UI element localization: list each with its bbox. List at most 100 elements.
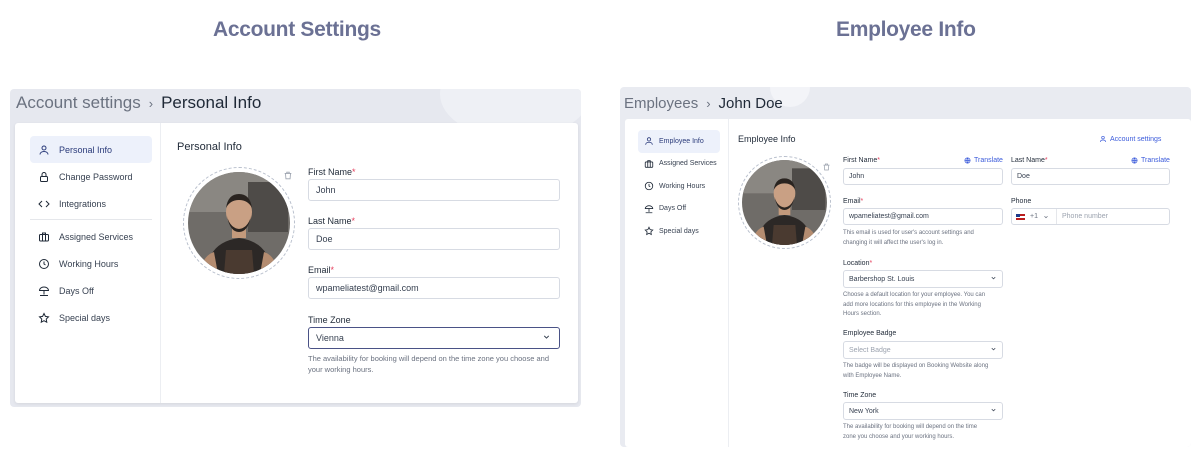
time-zone-value: Vienna [316, 333, 344, 343]
lock-icon [37, 170, 51, 184]
star-icon [643, 226, 654, 237]
nav-item-integrations[interactable]: Integrations [30, 190, 152, 217]
code-icon [37, 197, 51, 211]
first-name-label: First Name* [843, 157, 880, 164]
chevron-down-icon [990, 346, 997, 355]
email-hint: This email is used for user's account se… [843, 230, 974, 246]
globe-icon [1131, 157, 1138, 164]
chevron-down-icon [990, 275, 997, 284]
phone-label: Phone [1011, 198, 1032, 205]
time-zone-hint: The availability for booking will depend… [843, 424, 978, 440]
nav-item-working-hours[interactable]: Working Hours [30, 250, 152, 277]
account-settings-title: Account Settings [213, 18, 381, 41]
time-zone-value: New York [849, 407, 879, 415]
beach-umbrella-icon [643, 203, 654, 214]
account-settings-panel: Account settings › Personal Info Persona… [10, 89, 581, 407]
clock-icon [37, 257, 51, 271]
last-name-field[interactable]: Doe [1011, 168, 1170, 185]
breadcrumb-current: John Doe [718, 94, 783, 112]
nav-label: Employee Info [659, 137, 704, 145]
time-zone-select[interactable]: New York [843, 402, 1003, 420]
avatar-photo [742, 160, 827, 245]
nav-item-assigned-services[interactable]: Assigned Services [30, 223, 152, 250]
avatar[interactable] [738, 156, 831, 249]
nav-label: Integrations [59, 198, 107, 209]
chevron-down-icon [1043, 214, 1049, 220]
account-side-nav: Personal Info Change Password Integratio… [30, 136, 152, 331]
account-settings-link[interactable]: Account settings [1099, 135, 1161, 143]
nav-label: Assigned Services [59, 231, 134, 242]
email-field[interactable]: wpameliatest@gmail.com [843, 208, 1003, 225]
nav-item-change-password[interactable]: Change Password [30, 163, 152, 190]
card-heading: Employee Info [738, 134, 796, 144]
nav-item-assigned-services[interactable]: Assigned Services [638, 153, 720, 176]
briefcase-icon [37, 230, 51, 244]
nav-label: Working Hours [659, 182, 706, 190]
breadcrumb-separator: › [148, 95, 154, 111]
phone-field[interactable]: +1 Phone number [1011, 208, 1170, 225]
first-name-field[interactable]: John [843, 168, 1003, 185]
location-select[interactable]: Barbershop St. Louis [843, 270, 1003, 288]
country-code-select[interactable]: +1 [1012, 209, 1057, 224]
employee-info-title: Employee Info [836, 18, 976, 41]
nav-divider-vertical [160, 123, 161, 403]
first-name-label: First Name* [308, 167, 356, 177]
chevron-down-icon [542, 333, 551, 344]
nav-label: Working Hours [59, 258, 119, 269]
badge-placeholder: Select Badge [849, 346, 891, 354]
nav-item-employee-info[interactable]: Employee Info [638, 130, 720, 153]
breadcrumb-parent[interactable]: Employees [624, 95, 698, 112]
chevron-down-icon [990, 407, 997, 416]
time-zone-select[interactable]: Vienna [308, 327, 560, 349]
nav-label: Days Off [59, 285, 94, 296]
time-zone-label: Time Zone [843, 392, 877, 399]
email-field[interactable]: wpameliatest@gmail.com [308, 277, 560, 299]
breadcrumb-parent[interactable]: Account settings [16, 93, 141, 113]
location-value: Barbershop St. Louis [849, 275, 915, 283]
employee-badge-label: Employee Badge [843, 330, 897, 337]
beach-umbrella-icon [37, 284, 51, 298]
employee-info-card: Employee Info Assigned Services Working … [625, 119, 1191, 447]
nav-divider [30, 219, 152, 220]
nav-item-special-days[interactable]: Special days [30, 304, 152, 331]
translate-last-name-link[interactable]: Translate [1131, 157, 1170, 164]
nav-item-days-off[interactable]: Days Off [30, 277, 152, 304]
trash-icon[interactable] [822, 159, 831, 177]
nav-label: Personal Info [59, 144, 113, 155]
phone-number-input[interactable]: Phone number [1057, 213, 1108, 220]
avatar[interactable] [183, 167, 295, 279]
nav-label: Special days [59, 312, 111, 323]
last-name-field[interactable]: Doe [308, 228, 560, 250]
nav-item-working-hours[interactable]: Working Hours [638, 175, 720, 198]
time-zone-hint: The availability for booking will depend… [308, 354, 549, 374]
country-code: +1 [1030, 213, 1038, 220]
user-icon [37, 143, 51, 157]
employee-badge-select[interactable]: Select Badge [843, 341, 1003, 359]
breadcrumb: Account settings › Personal Info [16, 92, 261, 114]
last-name-label: Last Name* [308, 216, 356, 226]
trash-icon[interactable] [283, 168, 293, 186]
location-label: Location* [843, 260, 873, 267]
location-hint: Choose a default location for your emplo… [843, 292, 986, 317]
avatar-photo [188, 172, 290, 274]
nav-divider-vertical [728, 119, 729, 447]
nav-item-special-days[interactable]: Special days [638, 220, 720, 243]
nav-label: Days Off [659, 205, 687, 213]
nav-label: Assigned Services [659, 160, 717, 168]
last-name-label: Last Name* [1011, 157, 1048, 164]
us-flag-icon [1016, 213, 1025, 220]
employee-info-panel: Employees › John Doe Employee Info Assig… [620, 87, 1191, 447]
breadcrumb-separator: › [706, 95, 711, 111]
translate-first-name-link[interactable]: Translate [964, 157, 1003, 164]
time-zone-label: Time Zone [308, 315, 351, 325]
personal-info-card: Personal Info Change Password Integratio… [15, 123, 578, 403]
employee-badge-hint: The badge will be displayed on Booking W… [843, 363, 989, 379]
briefcase-icon [643, 158, 654, 169]
first-name-field[interactable]: John [308, 179, 560, 201]
email-label: Email* [843, 198, 864, 205]
nav-item-days-off[interactable]: Days Off [638, 198, 720, 221]
globe-icon [964, 157, 971, 164]
nav-item-personal-info[interactable]: Personal Info [30, 136, 152, 163]
clock-icon [643, 181, 654, 192]
nav-label: Special days [659, 227, 699, 235]
